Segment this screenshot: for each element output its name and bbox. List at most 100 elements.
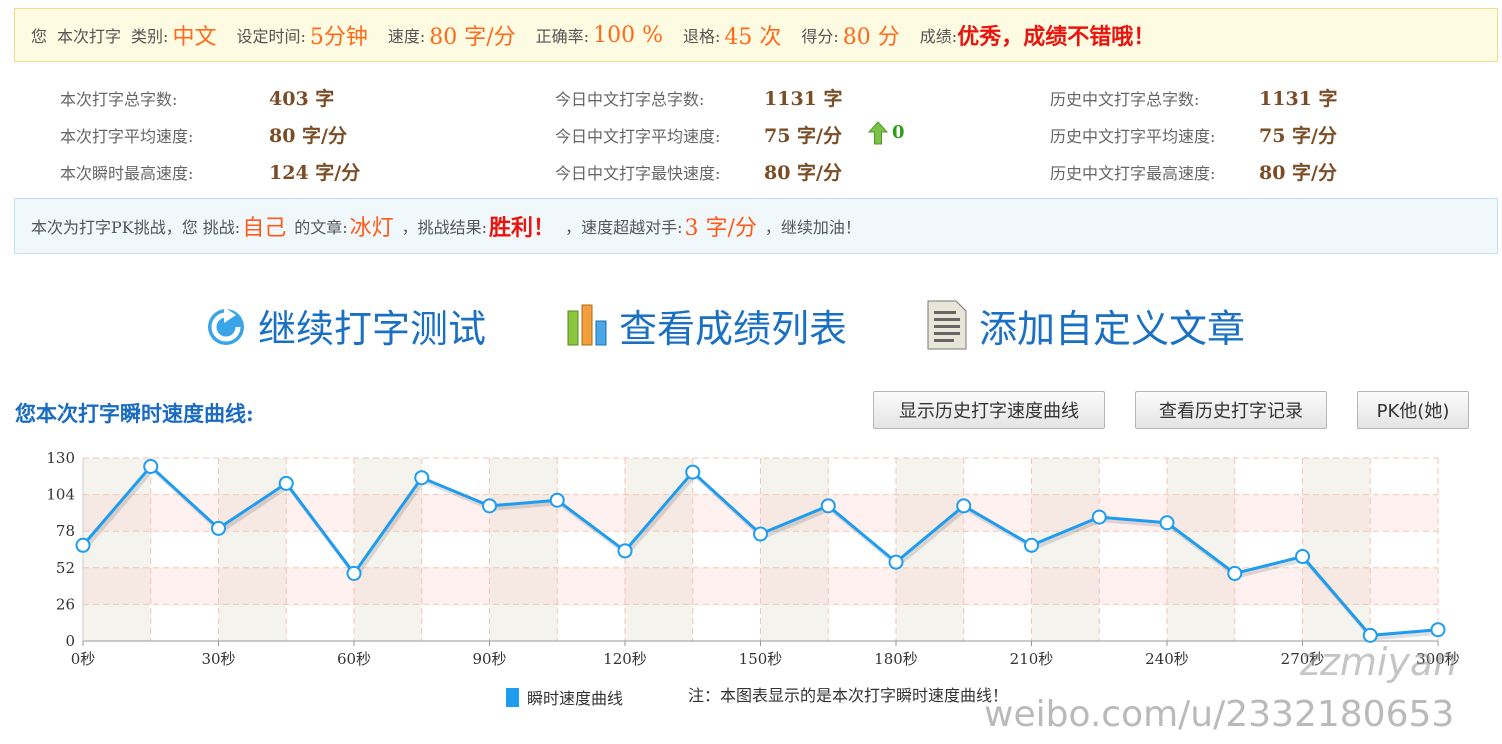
chart-column-band xyxy=(150,458,219,641)
stat-value: 80 字/分 xyxy=(269,125,347,147)
data-point xyxy=(820,498,836,514)
grade-value: 优秀，成绩不错哦！ xyxy=(957,24,1156,50)
data-point xyxy=(549,492,565,508)
today-avg-change: 0 xyxy=(892,122,905,143)
stats-grid: 本次打字总字数: 403 字 本次打字平均速度: 80 字/分 本次瞬时最高速度… xyxy=(0,76,1502,186)
chart-legend: 瞬时速度曲线 xyxy=(506,685,623,709)
summary-you: 您 xyxy=(31,27,48,46)
chart-column-band xyxy=(218,458,287,641)
time-value: 5分钟 xyxy=(309,25,368,50)
stat-value: 1131 字 xyxy=(1259,88,1338,110)
arrow-up-icon xyxy=(868,121,888,145)
chart-column-band xyxy=(1302,458,1371,641)
stat-today-total: 今日中文打字总字数: 1131 字 xyxy=(555,86,843,110)
stat-session-total: 本次打字总字数: 403 字 xyxy=(60,86,334,110)
data-point xyxy=(888,554,904,570)
pk-prefix: 本次为打字PK挑战，您 挑战: xyxy=(31,218,241,237)
view-scores-button[interactable]: 查看成绩列表 xyxy=(565,296,847,354)
data-point xyxy=(617,543,633,559)
stat-session-avg: 本次打字平均速度: 80 字/分 xyxy=(60,123,347,147)
watermark-url: weibo.com/u/2332180653 xyxy=(984,694,1455,735)
continue-typing-label: 继续打字测试 xyxy=(258,306,487,351)
chart-column-band xyxy=(1370,458,1438,641)
data-point xyxy=(685,464,701,480)
stat-value: 75 字/分 xyxy=(764,125,842,147)
stat-history-total: 历史中文打字总字数: 1131 字 xyxy=(1050,86,1338,110)
stat-value: 80 字/分 xyxy=(1259,162,1337,184)
document-icon xyxy=(927,300,967,350)
pk-opponent: 自己 xyxy=(242,216,287,241)
chart-column-band xyxy=(828,458,896,641)
accuracy-label: 正确率: xyxy=(535,27,590,46)
pk-exceed-label: ，速度超越对手: xyxy=(565,218,683,237)
add-article-label: 添加自定义文章 xyxy=(979,306,1246,351)
category-value: 中文 xyxy=(172,25,217,50)
pk-button[interactable]: PK他(她) xyxy=(1357,391,1469,429)
data-point xyxy=(211,520,226,536)
stat-session-max: 本次瞬时最高速度: 124 字/分 xyxy=(60,160,360,184)
chart-column-band xyxy=(896,458,964,641)
x-tick-label: 180秒 xyxy=(874,650,918,668)
bar-chart-icon xyxy=(567,304,607,346)
show-history-curve-button[interactable]: 显示历史打字速度曲线 xyxy=(873,391,1105,429)
stat-label: 今日中文打字最快速度: xyxy=(555,164,721,183)
data-point xyxy=(278,475,294,491)
x-tick-label: 30秒 xyxy=(201,650,235,668)
chart-column-band xyxy=(1099,458,1167,641)
stat-today-max: 今日中文打字最快速度: 80 字/分 xyxy=(555,160,842,184)
stat-label: 历史中文打字最高速度: xyxy=(1050,164,1216,183)
x-tick-label: 150秒 xyxy=(739,650,783,668)
stat-value: 124 字/分 xyxy=(269,162,361,184)
chart-title: 您本次打字瞬时速度曲线: xyxy=(15,401,254,426)
view-scores-label: 查看成绩列表 xyxy=(619,306,848,351)
score-label: 得分: xyxy=(801,27,839,46)
data-point xyxy=(482,498,497,514)
data-point xyxy=(1024,537,1039,553)
refresh-icon xyxy=(208,307,244,345)
speed-value: 80 字/分 xyxy=(429,25,516,50)
pk-suffix: ，继续加油！ xyxy=(764,218,861,237)
data-point xyxy=(1159,515,1175,531)
y-tick-label: 78 xyxy=(56,522,75,540)
stat-label: 本次打字平均速度: xyxy=(60,127,194,146)
continue-typing-button[interactable]: 继续打字测试 xyxy=(204,296,486,354)
stat-history-avg: 历史中文打字平均速度: 75 字/分 xyxy=(1050,123,1337,147)
add-article-button[interactable]: 添加自定义文章 xyxy=(925,296,1245,354)
y-tick-label: 52 xyxy=(56,559,75,577)
y-tick-label: 130 xyxy=(46,449,75,467)
stat-value: 403 字 xyxy=(269,88,335,110)
pk-article-label: 的文章: xyxy=(294,218,348,237)
time-label: 设定时间: xyxy=(236,27,306,46)
view-history-records-button[interactable]: 查看历史打字记录 xyxy=(1135,391,1327,429)
x-tick-label: 60秒 xyxy=(337,650,371,668)
stat-label: 历史中文打字总字数: xyxy=(1050,90,1200,109)
stat-label: 今日中文打字总字数: xyxy=(555,90,705,109)
result-summary-bar: 您 本次打字 类别: 中文 设定时间: 5分钟 速度: 80 字/分 正确率: … xyxy=(14,8,1498,62)
pk-exceed: 3 字/分 xyxy=(684,216,757,241)
legend-swatch xyxy=(506,687,519,707)
chart-column-band xyxy=(692,458,761,641)
y-tick-label: 26 xyxy=(56,595,75,613)
score-value: 80 分 xyxy=(842,25,900,50)
data-point xyxy=(1227,565,1243,581)
grade-label: 成绩: xyxy=(919,27,958,46)
speed-line-chart: 0 26 52 78 104 130 0秒 30秒 60秒 90秒 120秒 150秒 180秒 210秒… xyxy=(46,449,1459,668)
y-tick-label: 104 xyxy=(46,486,75,504)
stat-label: 本次打字总字数: xyxy=(60,90,178,109)
stat-today-avg: 今日中文打字平均速度: 75 字/分 xyxy=(555,123,842,147)
stat-label: 历史中文打字平均速度: xyxy=(1050,127,1216,146)
category-label: 类别: xyxy=(131,27,169,46)
pk-article: 冰灯 xyxy=(349,216,394,241)
x-tick-label: 120秒 xyxy=(603,650,647,668)
chart-column-band xyxy=(1031,458,1100,641)
accuracy-value: 100 % xyxy=(593,22,663,48)
chart-column-band xyxy=(489,458,558,641)
chart-column-band xyxy=(286,458,354,641)
data-point xyxy=(414,470,430,486)
data-point xyxy=(956,498,972,514)
chart-column-band xyxy=(557,458,625,641)
x-tick-label: 210秒 xyxy=(1010,650,1054,668)
stat-value: 1131 字 xyxy=(764,88,843,110)
pk-result-banner: 本次为打字PK挑战，您 挑战: 自己 的文章: 冰灯 ，挑战结果: 胜利！ ，速… xyxy=(14,198,1498,254)
x-tick-label: 240秒 xyxy=(1145,650,1189,668)
